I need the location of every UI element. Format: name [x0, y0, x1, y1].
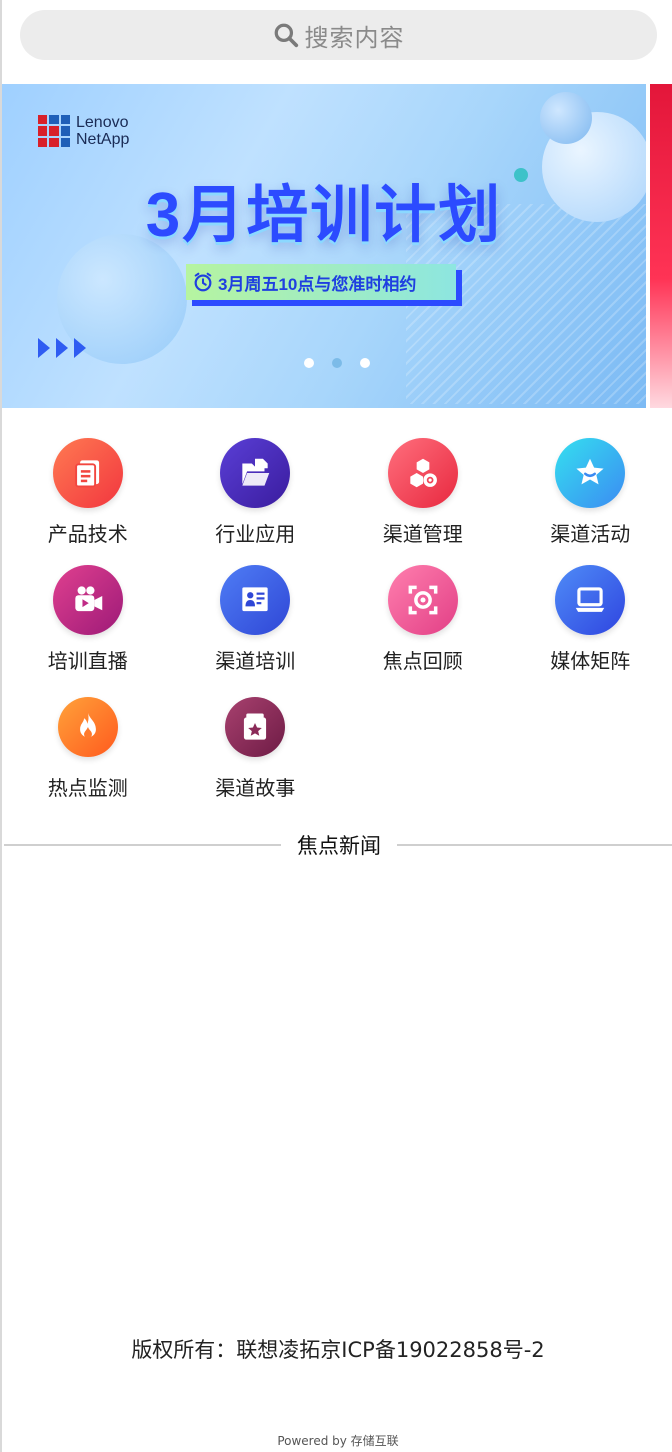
menu-item-industry-app[interactable]: 行业应用: [172, 438, 340, 565]
focus-icon: [387, 565, 458, 635]
search-bar[interactable]: 搜索内容: [20, 10, 657, 60]
logo-grid-icon: [38, 115, 70, 147]
banner-title: 3月培训计划: [145, 181, 503, 250]
menu-item-label: 培训直播: [47, 649, 128, 673]
carousel-dot[interactable]: [360, 358, 370, 368]
banner-carousel[interactable]: Lenovo NetApp 3月培训计划 3月周五10点与您准时相约: [2, 84, 672, 408]
menu-item-hotspot-monitor[interactable]: 热点监测: [4, 692, 172, 819]
menu-item-channel-activity[interactable]: 渠道活动: [507, 438, 672, 565]
menu-item-channel-mgmt[interactable]: 渠道管理: [339, 438, 507, 565]
laptop-icon: [555, 565, 626, 635]
decor-bubble: [540, 92, 592, 144]
banner-subtitle: 3月周五10点与您准时相约: [218, 274, 417, 294]
menu-item-channel-story[interactable]: 渠道故事: [172, 692, 340, 819]
folder-icon: [220, 438, 291, 508]
menu-item-label: 热点监测: [47, 776, 128, 800]
brand-logo: Lenovo NetApp: [38, 114, 129, 148]
menu-item-label: 渠道故事: [215, 776, 296, 800]
search-placeholder: 搜索内容: [304, 23, 405, 52]
menu-item-training-live[interactable]: 培训直播: [4, 565, 172, 692]
carousel-dot[interactable]: [304, 358, 314, 368]
document-icon: [52, 438, 123, 508]
flame-icon: [57, 697, 118, 757]
menu-item-label: 渠道活动: [550, 522, 631, 546]
presentation-icon: [220, 565, 291, 635]
menu-item-label: 渠道培训: [215, 649, 296, 673]
menu-item-label: 产品技术: [47, 522, 128, 546]
focus-news-header: 焦点新闻: [4, 828, 672, 862]
video-camera-icon: [52, 565, 123, 635]
divider: [4, 844, 281, 846]
menu-item-channel-training[interactable]: 渠道培训: [172, 565, 340, 692]
logo-line1: Lenovo: [76, 114, 129, 131]
banner-slide[interactable]: Lenovo NetApp 3月培训计划 3月周五10点与您准时相约: [2, 84, 646, 408]
banner-subtitle-box: 3月周五10点与您准时相约: [186, 264, 456, 300]
logo-line2: NetApp: [76, 131, 130, 148]
menu-item-label: 行业应用: [215, 522, 296, 546]
menu-item-media-matrix[interactable]: 媒体矩阵: [507, 565, 672, 692]
menu-item-label: 媒体矩阵: [550, 649, 631, 673]
menu-item-focus-review[interactable]: 焦点回顾: [339, 565, 507, 692]
cubes-icon: [387, 438, 458, 508]
menu-row: 产品技术 行业应用 渠道管理 渠道活动: [4, 438, 672, 565]
banner-next-slide-peek[interactable]: [650, 84, 672, 408]
category-menu: 产品技术 行业应用 渠道管理 渠道活动 培训直播 渠道培训 焦点回顾 媒体矩阵 …: [4, 438, 672, 819]
star-icon: [555, 438, 626, 508]
carousel-dot-active[interactable]: [332, 358, 342, 368]
divider: [397, 844, 672, 846]
search-icon: [274, 23, 298, 48]
triple-arrow-icon: [38, 338, 92, 358]
powered-by-text: Powered by 存储互联: [277, 1434, 399, 1448]
menu-row: 热点监测 渠道故事: [4, 692, 672, 819]
alarm-clock-icon: [194, 272, 212, 292]
menu-item-label: 焦点回顾: [382, 649, 463, 673]
menu-item-label: 渠道管理: [382, 522, 463, 546]
carousel-dots: [304, 358, 388, 368]
menu-row: 培训直播 渠道培训 焦点回顾 媒体矩阵: [4, 565, 672, 692]
section-title: 焦点新闻: [297, 834, 381, 858]
menu-item-product-tech[interactable]: 产品技术: [4, 438, 172, 565]
book-star-icon: [225, 697, 286, 757]
copyright-text: 版权所有：联想凌拓京ICP备19022858号-2: [131, 1338, 545, 1362]
